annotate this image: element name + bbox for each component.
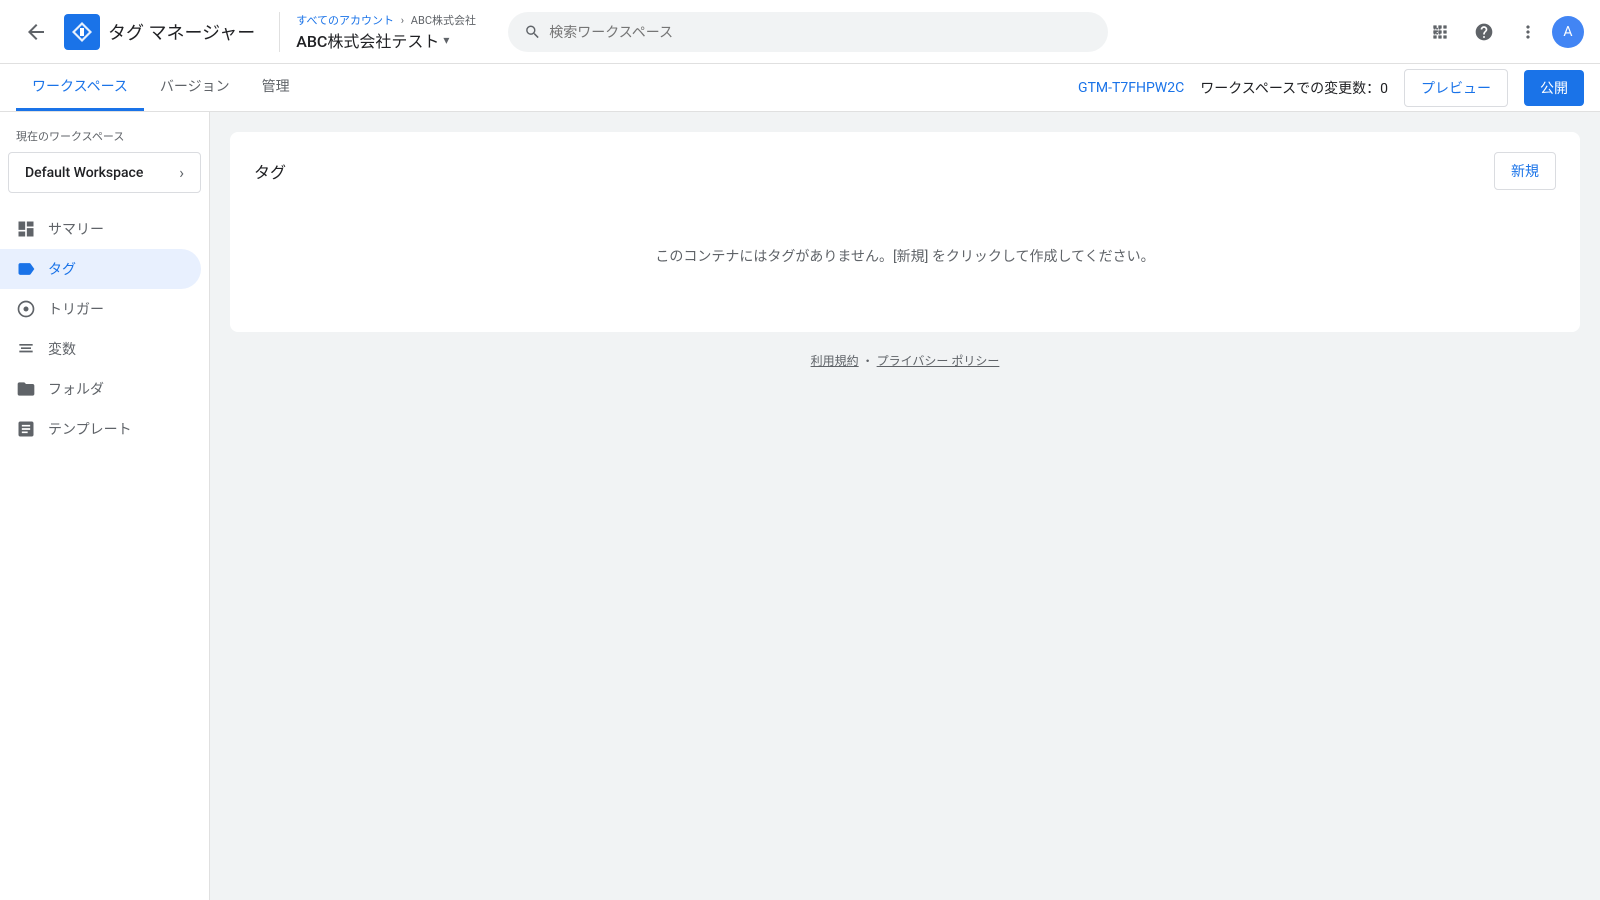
preview-button[interactable]: プレビュー	[1404, 69, 1508, 107]
content-card: タグ 新規 このコンテナにはタグがありません。[新規] をクリックして作成してく…	[230, 132, 1580, 332]
sub-header: ワークスペース バージョン 管理 GTM-T7FHPW2C ワークスペースでの変…	[0, 64, 1600, 112]
summary-icon	[16, 219, 36, 239]
breadcrumb-separator: ›	[401, 14, 404, 27]
main-content: タグ 新規 このコンテナにはタグがありません。[新規] をクリックして作成してく…	[210, 112, 1600, 900]
search-bar[interactable]	[508, 12, 1108, 52]
empty-state-message: このコンテナにはタグがありません。[新規] をクリックして作成してください。	[254, 206, 1556, 306]
changes-count: ワークスペースでの変更数：0	[1200, 78, 1388, 98]
app-title: タグ マネージャー	[108, 19, 255, 45]
footer-separator: ・	[862, 354, 874, 368]
workspace-chevron-icon: ›	[179, 163, 184, 182]
triggers-icon	[16, 299, 36, 319]
new-tag-button[interactable]: 新規	[1494, 152, 1556, 190]
all-accounts-link[interactable]: すべてのアカウント	[296, 14, 394, 27]
main-layout: 現在のワークスペース Default Workspace › サマリー タグ	[0, 112, 1600, 900]
sidebar-label-folders: フォルダ	[48, 379, 104, 399]
header-actions: A	[1420, 12, 1584, 52]
sidebar-label-variables: 変数	[48, 339, 76, 359]
user-avatar[interactable]: A	[1552, 16, 1584, 48]
gtm-logo	[64, 14, 100, 50]
account-name-breadcrumb: ABC株式会社	[411, 14, 476, 27]
back-button[interactable]	[16, 12, 56, 52]
sidebar-item-summary[interactable]: サマリー	[0, 209, 201, 249]
section-title: タグ	[254, 159, 286, 183]
help-button[interactable]	[1464, 12, 1504, 52]
privacy-link[interactable]: プライバシー ポリシー	[877, 354, 1000, 368]
more-button[interactable]	[1508, 12, 1548, 52]
avatar-initial: A	[1563, 24, 1572, 40]
apps-button[interactable]	[1420, 12, 1460, 52]
sidebar-label-tags: タグ	[48, 259, 76, 279]
sidebar-label-templates: テンプレート	[48, 419, 132, 439]
workspace-label: 現在のワークスペース	[0, 128, 209, 152]
templates-icon	[16, 419, 36, 439]
account-display-name: ABC株式会社テスト	[296, 28, 439, 52]
tab-admin[interactable]: 管理	[246, 64, 306, 111]
account-selector[interactable]: ABC株式会社テスト ▾	[296, 28, 476, 52]
sidebar-item-folders[interactable]: フォルダ	[0, 369, 201, 409]
sidebar-item-tags[interactable]: タグ	[0, 249, 201, 289]
workspace-selector[interactable]: Default Workspace ›	[8, 152, 201, 193]
terms-link[interactable]: 利用規約	[811, 354, 859, 368]
tags-icon	[16, 259, 36, 279]
sub-header-right: GTM-T7FHPW2C ワークスペースでの変更数：0 プレビュー 公開	[1078, 69, 1584, 107]
account-dropdown-arrow: ▾	[443, 33, 449, 47]
sidebar-item-templates[interactable]: テンプレート	[0, 409, 201, 449]
sidebar-label-triggers: トリガー	[48, 299, 104, 319]
tab-version[interactable]: バージョン	[144, 64, 246, 111]
account-info: すべてのアカウント › ABC株式会社 ABC株式会社テスト ▾	[279, 12, 476, 52]
breadcrumb: すべてのアカウント › ABC株式会社	[296, 12, 476, 28]
publish-button[interactable]: 公開	[1524, 70, 1584, 106]
search-input[interactable]	[549, 24, 1092, 40]
sidebar-item-triggers[interactable]: トリガー	[0, 289, 201, 329]
top-header: タグ マネージャー すべてのアカウント › ABC株式会社 ABC株式会社テスト…	[0, 0, 1600, 64]
sidebar-item-variables[interactable]: 変数	[0, 329, 201, 369]
variables-icon	[16, 339, 36, 359]
search-icon	[524, 23, 541, 41]
tab-navigation: ワークスペース バージョン 管理	[16, 64, 306, 111]
tab-workspace[interactable]: ワークスペース	[16, 64, 144, 111]
footer: 利用規約 ・ プライバシー ポリシー	[230, 332, 1580, 389]
gtm-id[interactable]: GTM-T7FHPW2C	[1078, 80, 1184, 96]
sidebar: 現在のワークスペース Default Workspace › サマリー タグ	[0, 112, 210, 900]
folders-icon	[16, 379, 36, 399]
sidebar-label-summary: サマリー	[48, 219, 104, 239]
workspace-name: Default Workspace	[25, 165, 143, 181]
content-card-header: タグ 新規	[254, 152, 1556, 190]
